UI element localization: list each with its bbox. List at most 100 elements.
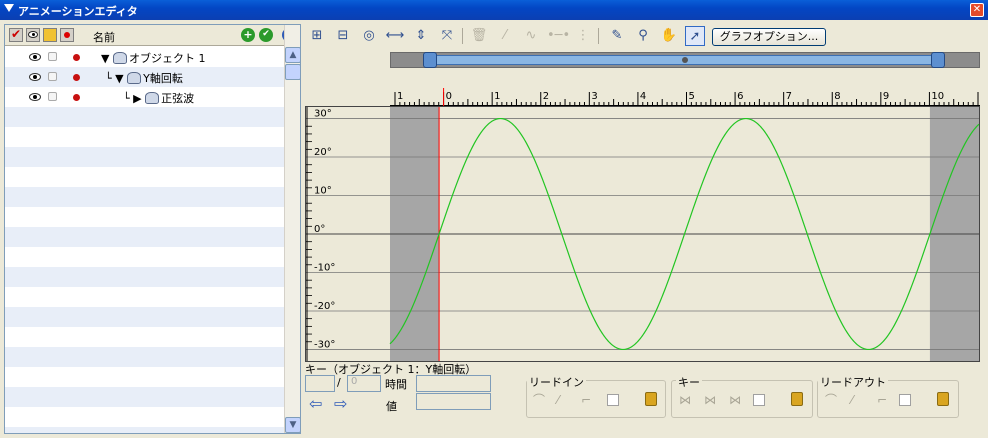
lead-in-checkbox[interactable] <box>607 394 619 406</box>
range-slider[interactable] <box>390 52 980 68</box>
time-ruler[interactable]: 10123456789101 <box>390 88 986 106</box>
ruler-label: 8 <box>834 91 840 102</box>
list-item[interactable]: └ ▶ 正弦波 <box>5 87 284 107</box>
pointer-icon[interactable]: ➚ <box>685 26 705 46</box>
eye-icon[interactable] <box>29 93 41 101</box>
key-label: キー <box>676 374 702 390</box>
ruler-label: 10 <box>931 91 944 102</box>
expand-icon[interactable]: ▼ <box>101 52 109 65</box>
view-icon[interactable]: ◎ <box>359 26 379 46</box>
key-flat-icon[interactable]: ⋈ <box>729 393 743 407</box>
ruler-label: 4 <box>640 91 646 102</box>
prev-key-icon[interactable]: ⇦ <box>309 396 327 412</box>
name-column-header: 名前 <box>93 31 115 44</box>
key-smooth-icon[interactable]: ⋈ <box>679 393 693 407</box>
y-tick-label: -10° <box>314 262 335 273</box>
lock-icon[interactable] <box>48 52 57 61</box>
fit-horizontal-icon[interactable]: ⟷ <box>385 26 405 46</box>
trash-icon[interactable]: 🗑 <box>469 26 489 46</box>
lead-out-lock-icon[interactable] <box>937 392 949 406</box>
time-field[interactable] <box>416 375 491 392</box>
expand-icon[interactable]: ▼ <box>115 72 123 85</box>
curve-plot[interactable]: 30° 20° 10° 0° -10° -20° -30° <box>306 107 979 361</box>
y-tick-label: 10° <box>314 186 332 197</box>
close-button[interactable]: ✕ <box>970 3 984 17</box>
ruler-label: 1 <box>397 91 403 102</box>
y-tick-label: -20° <box>314 301 335 312</box>
next-key-icon[interactable]: ⇨ <box>334 396 352 412</box>
ruler-label: 2 <box>543 91 549 102</box>
lead-out-checkbox[interactable] <box>899 394 911 406</box>
range-center-handle[interactable] <box>682 57 688 63</box>
value-field[interactable] <box>416 393 491 410</box>
value-label: 値 <box>386 400 397 413</box>
key-step-icon[interactable]: ⋮ <box>573 26 593 46</box>
scroll-thumb[interactable] <box>285 64 300 80</box>
ruler-label: 6 <box>737 91 743 102</box>
add-layer-button[interactable]: + <box>241 28 255 42</box>
y-tick-label: -30° <box>314 339 335 350</box>
key-lock-icon[interactable] <box>791 392 803 406</box>
graph-options-button[interactable]: グラフオプション... <box>712 28 826 46</box>
zoom-icon[interactable]: ⚲ <box>633 26 653 46</box>
expand-icon[interactable]: ▶ <box>133 92 141 105</box>
record-icon[interactable] <box>73 54 80 61</box>
layer-panel: 名前 + ✔ « ▼ オブジェクト 1 └ ▼ Y軸回転 <box>4 24 301 434</box>
key-delete-icon[interactable]: ⊟ <box>333 26 353 46</box>
fit-vertical-icon[interactable]: ⇕ <box>411 26 431 46</box>
layer-label: オブジェクト 1 <box>128 52 206 65</box>
ease-in-icon[interactable]: ⌒ <box>533 393 547 407</box>
ruler-label: 0 <box>446 91 452 102</box>
eye-icon[interactable] <box>29 73 41 81</box>
window-menu-icon[interactable] <box>4 4 14 12</box>
y-tick-label: 0° <box>314 224 325 235</box>
curve-graph[interactable]: 30° 20° 10° 0° -10° -20° -30° <box>305 106 980 362</box>
key-count-field[interactable]: 0 <box>347 375 381 392</box>
title-bar: アニメーションエディタ ✕ <box>0 0 988 20</box>
visibility-all-icon[interactable] <box>26 28 40 42</box>
tree-branch-icon: └ <box>105 72 116 85</box>
ruler-label: 9 <box>883 91 889 102</box>
list-item[interactable]: └ ▼ Y軸回転 <box>5 67 284 87</box>
step-out-icon[interactable]: ⌐ <box>877 393 891 407</box>
key-checkbox[interactable] <box>753 394 765 406</box>
key-add-icon[interactable]: ⊞ <box>307 26 327 46</box>
y-tick-label: 20° <box>314 147 332 158</box>
key-link-icon[interactable]: ⁄ <box>495 26 515 46</box>
key-curve-icon[interactable]: ∿ <box>521 26 541 46</box>
list-item[interactable]: ▼ オブジェクト 1 <box>5 47 284 67</box>
key-linear-icon[interactable]: •─• <box>547 26 570 46</box>
record-all-icon[interactable] <box>60 28 74 42</box>
range-start-handle[interactable] <box>423 52 437 68</box>
record-icon[interactable] <box>73 94 80 101</box>
layer-label: Y軸回転 <box>143 72 183 85</box>
linear-in-icon[interactable]: ⁄ <box>557 393 571 407</box>
layer-scrollbar[interactable]: ▲ ▼ <box>284 25 300 433</box>
scroll-up-icon[interactable]: ▲ <box>285 47 300 63</box>
ruler-label: 5 <box>689 91 695 102</box>
lock-icon[interactable] <box>48 72 57 81</box>
lock-all-icon[interactable] <box>43 28 57 42</box>
range-end-handle[interactable] <box>931 52 945 68</box>
y-tick-label: 30° <box>314 109 332 120</box>
object-icon <box>127 72 142 84</box>
ease-out-icon[interactable]: ⌒ <box>825 393 839 407</box>
scroll-down-icon[interactable]: ▼ <box>285 417 300 433</box>
check-all-icon[interactable] <box>9 27 23 42</box>
record-icon[interactable] <box>73 74 80 81</box>
step-in-icon[interactable]: ⌐ <box>581 393 595 407</box>
move-down-button[interactable]: ✔ <box>259 28 273 42</box>
lead-in-lock-icon[interactable] <box>645 392 657 406</box>
linear-out-icon[interactable]: ⁄ <box>851 393 865 407</box>
eye-icon[interactable] <box>29 53 41 61</box>
object-icon <box>145 92 160 104</box>
lock-icon[interactable] <box>48 92 57 101</box>
key-index-field[interactable] <box>305 375 335 392</box>
layer-header: 名前 + ✔ « <box>5 25 296 46</box>
key-break-icon[interactable]: ⋈ <box>704 393 718 407</box>
hand-icon[interactable]: ✋ <box>659 26 679 46</box>
object-icon <box>112 52 127 64</box>
window-title: アニメーションエディタ <box>18 5 138 18</box>
pen-icon[interactable]: ✎ <box>607 26 627 46</box>
fit-all-icon[interactable]: ⤧ <box>437 26 457 46</box>
